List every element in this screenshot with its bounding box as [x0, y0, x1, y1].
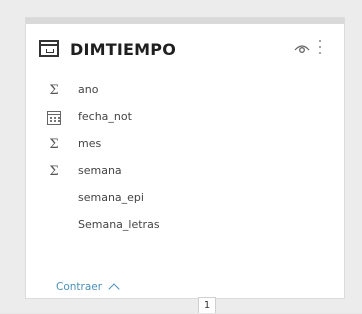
sigma-icon: Σ	[49, 137, 59, 152]
field-name: ano	[78, 83, 99, 96]
calendar-icon	[47, 111, 61, 125]
field-row-mes[interactable]: Σ mes	[26, 132, 344, 159]
field-row-semana[interactable]: Σ semana	[26, 159, 344, 186]
eye-icon[interactable]	[294, 44, 310, 54]
field-row-fecha-not[interactable]: fecha_not	[26, 105, 344, 132]
field-name: semana_epi	[78, 191, 144, 204]
sigma-icon: Σ	[49, 83, 59, 98]
field-name: Semana_letras	[78, 218, 160, 231]
table-title: DIMTIEMPO	[70, 40, 177, 59]
model-canvas: DIMTIEMPO Σ ano fecha_not Σ mes Σ semana…	[0, 0, 362, 313]
sigma-icon: Σ	[49, 164, 59, 179]
page-tab[interactable]: 1	[198, 297, 216, 313]
field-name: fecha_not	[78, 110, 132, 123]
field-name: semana	[78, 164, 122, 177]
table-icon	[39, 40, 59, 57]
collapse-button[interactable]: Contraer	[56, 280, 120, 295]
field-row-ano[interactable]: Σ ano	[26, 78, 344, 105]
table-card-header[interactable]: DIMTIEMPO	[26, 30, 344, 68]
field-row-semana-letras[interactable]: Semana_letras	[26, 213, 344, 240]
field-list: Σ ano fecha_not Σ mes Σ semana semana_ep…	[26, 78, 344, 240]
more-options-icon[interactable]	[318, 40, 322, 58]
chevron-up-icon	[108, 283, 120, 295]
collapse-label: Contraer	[56, 280, 103, 293]
field-row-semana-epi[interactable]: semana_epi	[26, 186, 344, 213]
field-name: mes	[78, 137, 102, 150]
table-card[interactable]: DIMTIEMPO Σ ano fecha_not Σ mes Σ semana…	[26, 18, 344, 298]
